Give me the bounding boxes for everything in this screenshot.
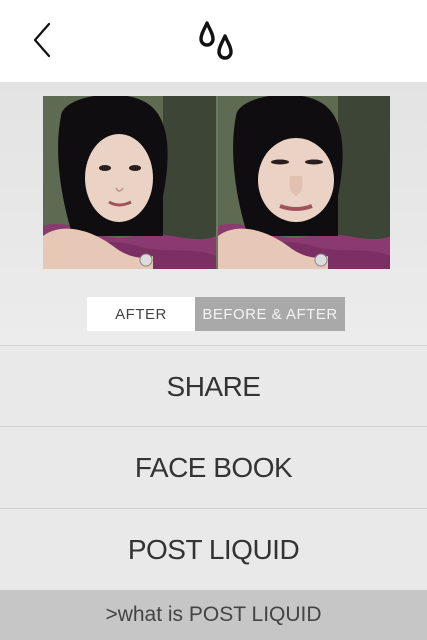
preview-area: AFTER BEFORE & AFTER <box>0 82 427 346</box>
share-button[interactable]: SHARE <box>0 345 427 427</box>
after-photo <box>217 96 390 269</box>
back-button[interactable] <box>22 18 62 62</box>
before-after-tab[interactable]: BEFORE & AFTER <box>195 297 345 331</box>
after-tab[interactable]: AFTER <box>87 297 195 331</box>
chevron-left-icon <box>33 22 51 58</box>
post-liquid-button[interactable]: POST LIQUID <box>0 508 427 590</box>
app-logo <box>196 20 236 62</box>
before-photo <box>43 96 216 269</box>
facebook-button[interactable]: FACE BOOK <box>0 426 427 508</box>
water-drops-icon <box>199 21 233 60</box>
view-mode-toggle: AFTER BEFORE & AFTER <box>87 297 345 331</box>
what-is-post-liquid-link[interactable]: >what is POST LIQUID <box>0 590 427 640</box>
app-header <box>0 0 427 82</box>
comparison-image <box>43 96 390 269</box>
